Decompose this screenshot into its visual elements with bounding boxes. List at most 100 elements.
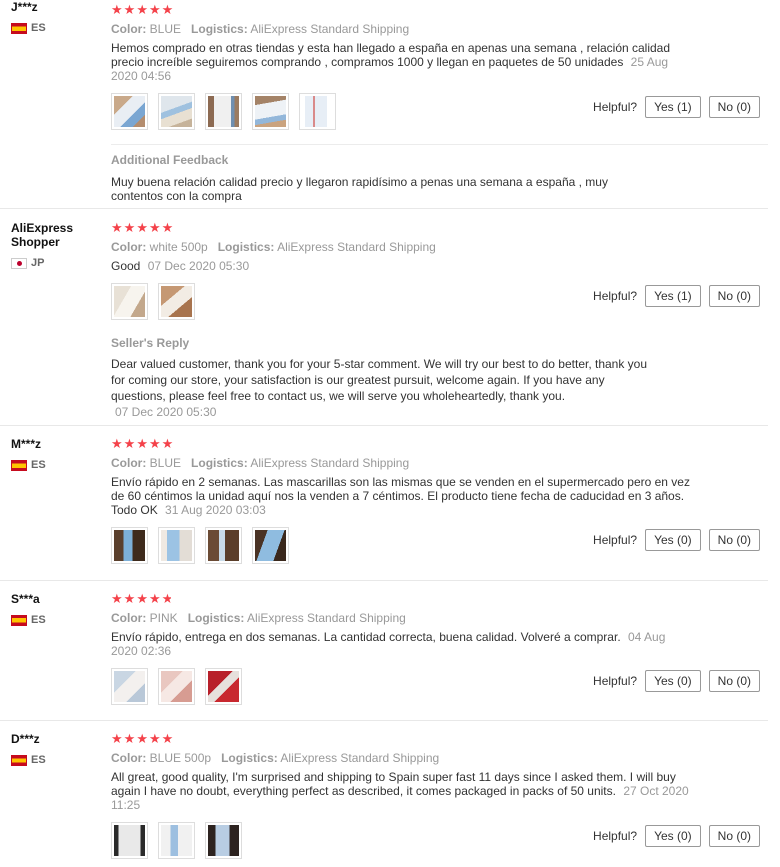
helpful-label: Helpful? bbox=[593, 533, 638, 547]
review-photo[interactable] bbox=[252, 527, 289, 564]
review-photo[interactable] bbox=[158, 283, 195, 320]
helpful-yes-button[interactable]: Yes (0) bbox=[645, 825, 701, 847]
helpful-no-button[interactable]: No (0) bbox=[708, 529, 760, 551]
review-photo[interactable] bbox=[158, 822, 195, 859]
helpful-controls: Helpful? Yes (0) No (0) bbox=[593, 670, 760, 692]
review-photo[interactable] bbox=[158, 668, 195, 705]
reviewer-name: AliExpress Shopper bbox=[11, 221, 74, 249]
star-icon: ★ bbox=[148, 436, 161, 451]
color-label: Color: bbox=[111, 611, 147, 625]
color-label: Color: bbox=[111, 751, 147, 765]
review-photo[interactable] bbox=[111, 283, 148, 320]
star-rating: ★ ★ ★ ★ ★ bbox=[111, 220, 768, 235]
logistics-value: AliExpress Standard Shipping bbox=[250, 456, 410, 470]
review-text: Hemos comprado en otras tiendas y esta h… bbox=[111, 41, 691, 83]
country-code: JP bbox=[31, 257, 45, 269]
review-text: All great, good quality, I'm surprised a… bbox=[111, 770, 691, 812]
star-icon: ★ bbox=[161, 436, 174, 451]
reviewer-name: M***z bbox=[11, 437, 42, 451]
review-photo[interactable] bbox=[111, 527, 148, 564]
star-rating: ★ ★ ★ ★ ★ bbox=[111, 436, 768, 451]
star-icon: ★ bbox=[123, 731, 136, 746]
helpful-yes-button[interactable]: Yes (1) bbox=[645, 285, 701, 307]
review-photo[interactable] bbox=[111, 668, 148, 705]
reviewer-name: S***a bbox=[11, 592, 40, 606]
reviewer-country: JP bbox=[11, 257, 103, 269]
star-rating: ★ ★ ★ ★ ★ bbox=[111, 2, 768, 17]
helpful-label: Helpful? bbox=[593, 829, 638, 843]
helpful-no-button[interactable]: No (0) bbox=[708, 670, 760, 692]
review-photo[interactable] bbox=[205, 822, 242, 859]
logistics-label: Logistics: bbox=[221, 751, 278, 765]
star-icon: ★ bbox=[111, 591, 123, 606]
logistics-label: Logistics: bbox=[191, 456, 248, 470]
review-photo[interactable] bbox=[205, 93, 242, 130]
review-item: AliExpress Shopper JP ★ ★ ★ ★ ★ Color: white… bbox=[0, 209, 768, 426]
star-icon: ★ bbox=[123, 591, 136, 606]
helpful-controls: Helpful? Yes (0) No (0) bbox=[593, 825, 760, 847]
additional-feedback-text: Muy buena relación calidad precio y lleg… bbox=[111, 175, 608, 203]
review-body: All great, good quality, I'm surprised a… bbox=[111, 770, 676, 798]
color-value: BLUE 500p bbox=[149, 751, 212, 765]
seller-reply-body: Dear valued customer, thank you for your… bbox=[111, 357, 648, 403]
logistics-value: AliExpress Standard Shipping bbox=[247, 611, 406, 625]
star-icon: ★ bbox=[111, 731, 123, 746]
review-photo[interactable] bbox=[111, 93, 148, 130]
reviewer-country: ES bbox=[11, 754, 103, 766]
star-icon: ★ bbox=[148, 591, 161, 606]
review-photo[interactable] bbox=[299, 93, 336, 130]
review-meta: Color: BLUE 500p Logistics: AliExpress St… bbox=[111, 751, 768, 765]
reviewer-country: ES bbox=[11, 22, 103, 34]
star-icon: ★ bbox=[123, 436, 136, 451]
helpful-yes-button[interactable]: Yes (1) bbox=[645, 96, 701, 118]
helpful-label: Helpful? bbox=[593, 100, 638, 114]
review-photo[interactable] bbox=[111, 822, 148, 859]
star-icon: ★ bbox=[111, 436, 123, 451]
star-icon: ★ bbox=[111, 2, 123, 17]
helpful-controls: Helpful? Yes (1) No (0) bbox=[593, 285, 760, 307]
reviewer-country: ES bbox=[11, 459, 103, 471]
helpful-yes-button[interactable]: Yes (0) bbox=[645, 529, 701, 551]
star-icon: ★ bbox=[136, 731, 148, 746]
star-icon: ★ bbox=[148, 220, 161, 235]
helpful-no-button[interactable]: No (0) bbox=[708, 96, 760, 118]
color-value: BLUE bbox=[149, 22, 182, 36]
color-label: Color: bbox=[111, 22, 147, 36]
spain-flag-icon bbox=[11, 459, 27, 471]
review-meta: Color: white 500p Logistics: AliExpress S… bbox=[111, 240, 768, 254]
review-meta: Color: BLUE Logistics: AliExpress Standar… bbox=[111, 456, 768, 470]
logistics-label: Logistics: bbox=[187, 611, 245, 625]
divider bbox=[111, 144, 768, 145]
seller-reply-date: 07 Dec 2020 05:30 bbox=[115, 405, 217, 419]
spain-flag-icon bbox=[11, 754, 27, 766]
reviewer-country: ES bbox=[11, 614, 103, 626]
review-body: Good bbox=[111, 259, 141, 273]
review-photo[interactable] bbox=[205, 668, 242, 705]
star-rating: ★ ★ ★ ★ ★ bbox=[111, 591, 768, 606]
reviewer-name: J***z bbox=[11, 0, 38, 14]
review-photo[interactable] bbox=[252, 93, 289, 130]
review-item: J***z ES ★ ★ ★ ★ ★ Color: BLUE Logistics: Ali… bbox=[0, 0, 768, 209]
helpful-controls: Helpful? Yes (1) No (0) bbox=[593, 96, 760, 118]
review-photo[interactable] bbox=[158, 93, 195, 130]
review-date: 31 Aug 2020 03:03 bbox=[165, 503, 266, 517]
review-item: S***a ES ★ ★ ★ ★ ★ Color: PINK Logistics: Ali… bbox=[0, 581, 768, 721]
star-icon: ★ bbox=[111, 220, 123, 235]
review-item: M***z ES ★ ★ ★ ★ ★ Color: BLUE Logistics: Ali… bbox=[0, 426, 768, 581]
logistics-value: AliExpress Standard Shipping bbox=[277, 240, 436, 254]
spain-flag-icon bbox=[11, 614, 27, 626]
review-date: 07 Dec 2020 05:30 bbox=[147, 259, 250, 273]
logistics-label: Logistics: bbox=[217, 240, 275, 254]
review-meta: Color: PINK Logistics: AliExpress Standar… bbox=[111, 611, 768, 625]
review-photo[interactable] bbox=[205, 527, 242, 564]
helpful-no-button[interactable]: No (0) bbox=[708, 285, 760, 307]
star-rating: ★ ★ ★ ★ ★ bbox=[111, 731, 768, 746]
review-photo[interactable] bbox=[158, 527, 195, 564]
star-icon: ★ bbox=[161, 2, 174, 17]
seller-reply-title: Seller's Reply bbox=[111, 336, 190, 350]
helpful-yes-button[interactable]: Yes (0) bbox=[645, 670, 701, 692]
color-label: Color: bbox=[111, 456, 147, 470]
helpful-no-button[interactable]: No (0) bbox=[708, 825, 760, 847]
star-icon: ★ bbox=[161, 731, 174, 746]
country-code: ES bbox=[31, 459, 46, 471]
